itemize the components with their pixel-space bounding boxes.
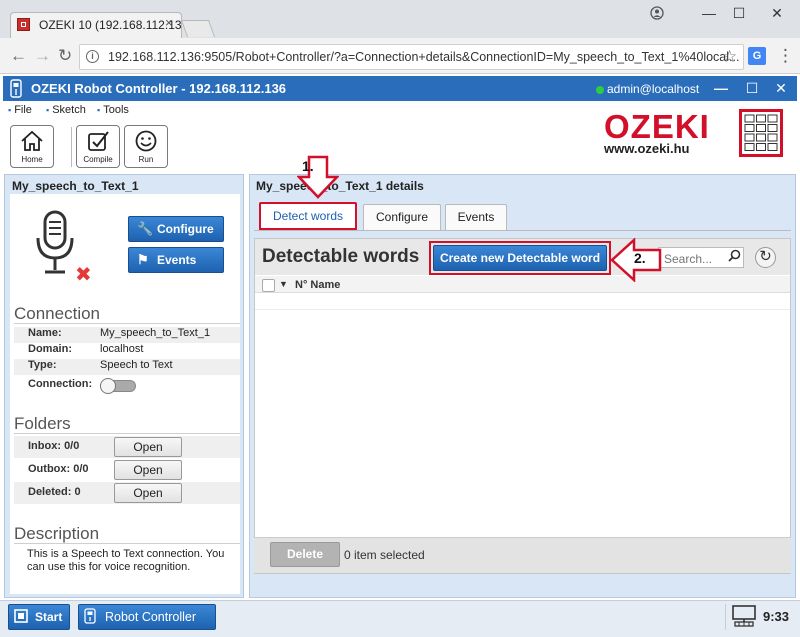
back-icon[interactable]: ← xyxy=(10,46,27,66)
menu-tools[interactable]: Tools xyxy=(97,104,129,116)
disconnected-x-icon: ✖ xyxy=(75,264,92,286)
reload-icon[interactable]: ↻ xyxy=(58,46,72,66)
connection-heading: Connection xyxy=(14,304,101,323)
open-deleted-button[interactable]: Open xyxy=(114,483,182,503)
section-title: Detectable words xyxy=(262,246,420,267)
home-button-label: Home xyxy=(21,155,43,164)
row-key: Connection: xyxy=(28,378,93,390)
run-button[interactable]: Run xyxy=(124,125,168,168)
open-outbox-button[interactable]: Open xyxy=(114,460,182,480)
browser-tab-title: OZEKI 10 (192.168.112.13 xyxy=(39,18,182,32)
ozeki-keypad-icon xyxy=(739,109,783,157)
details-panel-title: My_speech_to_Text_1 details xyxy=(256,179,424,193)
app-close-button[interactable]: ✕ xyxy=(772,80,790,97)
menu-file[interactable]: File xyxy=(8,104,32,116)
task-robot-controller[interactable]: Robot Controller xyxy=(78,604,216,630)
events-button[interactable]: ⚑ Events xyxy=(128,247,224,273)
robot-app-icon xyxy=(84,608,96,624)
minimize-button[interactable]: — xyxy=(694,4,724,22)
browser-menu-icon[interactable]: ⋮ xyxy=(777,46,794,66)
connection-row-name: Name: My_speech_to_Text_1 xyxy=(14,327,240,343)
clock: 9:33 xyxy=(763,609,790,624)
caret-down-icon[interactable]: ▼ xyxy=(279,279,288,289)
maximize-button[interactable]: ☐ xyxy=(724,4,754,22)
folder-row-deleted: Deleted: 0 Open xyxy=(14,482,240,504)
tab-configure[interactable]: Configure xyxy=(363,204,441,230)
refresh-icon[interactable]: ↻ xyxy=(755,247,776,268)
new-tab-button[interactable] xyxy=(180,20,216,37)
run-button-label: Run xyxy=(138,155,154,164)
app-minimize-button[interactable]: — xyxy=(712,80,730,96)
tab-detect-words[interactable]: Detect words xyxy=(259,202,357,230)
folder-row-inbox: Inbox: 0/0 Open xyxy=(14,436,240,458)
url-input[interactable]: 192.168.112.136:9505/Robot+Controller/?a… xyxy=(79,44,744,70)
translate-icon[interactable]: G xyxy=(748,47,766,65)
description-heading: Description xyxy=(14,524,100,543)
row-value: Speech to Text xyxy=(100,359,173,371)
column-header[interactable]: N° Name xyxy=(295,279,340,291)
connection-toggle[interactable] xyxy=(100,378,136,394)
search-icon[interactable] xyxy=(728,249,741,265)
configure-button-label: Configure xyxy=(157,222,214,236)
home-icon xyxy=(21,130,43,151)
start-icon xyxy=(14,609,28,626)
row-key: Type: xyxy=(28,359,57,371)
compile-button-label: Compile xyxy=(83,155,113,164)
info-icon[interactable]: i xyxy=(86,50,99,63)
robot-logo-icon xyxy=(9,79,23,98)
menu-sketch[interactable]: Sketch xyxy=(46,104,86,116)
divider xyxy=(14,323,240,324)
compile-button[interactable]: Compile xyxy=(76,125,120,168)
flag-icon: ⚑ xyxy=(137,252,149,267)
tray-divider xyxy=(725,604,726,630)
profile-icon[interactable] xyxy=(650,6,664,23)
monitor-keyboard-icon[interactable] xyxy=(731,605,757,630)
folder-label: Inbox: 0/0 xyxy=(28,440,80,452)
tab-events[interactable]: Events xyxy=(445,204,507,230)
annotation-label-1: 1. xyxy=(302,158,314,174)
bookmark-star-icon[interactable]: ☆ xyxy=(722,47,737,67)
online-status-icon xyxy=(596,86,604,94)
ozeki-favicon-icon xyxy=(17,18,30,31)
app-maximize-button[interactable]: ☐ xyxy=(743,80,761,97)
ozeki-url-text: www.ozeki.hu xyxy=(604,141,690,156)
description-text: This is a Speech to Text connection. You… xyxy=(27,548,225,573)
table-row-divider xyxy=(255,309,790,310)
toolbar-divider xyxy=(71,127,72,167)
delete-button[interactable]: Delete xyxy=(270,542,340,567)
microphone-icon xyxy=(33,210,77,279)
tab-underline xyxy=(254,230,791,231)
run-icon xyxy=(135,130,157,152)
folder-label: Outbox: 0/0 xyxy=(28,463,89,475)
configure-button[interactable]: 🔧 Configure xyxy=(128,216,224,242)
connection-panel-title: My_speech_to_Text_1 xyxy=(12,179,139,193)
connection-row-type: Type: Speech to Text xyxy=(14,359,240,375)
annotation-label-2: 2. xyxy=(634,250,646,266)
wrench-icon: 🔧 xyxy=(137,221,154,236)
selection-count: 0 item selected xyxy=(344,548,425,562)
user-name[interactable]: admin@localhost xyxy=(607,82,699,96)
row-value: My_speech_to_Text_1 xyxy=(100,327,211,339)
home-button[interactable]: Home xyxy=(10,125,54,168)
compile-icon xyxy=(88,131,109,151)
tab-close-icon[interactable]: × xyxy=(165,15,173,30)
browser-tab[interactable]: OZEKI 10 (192.168.112.13 xyxy=(10,12,182,38)
url-text: 192.168.112.136:9505/Robot+Controller/?a… xyxy=(108,50,740,64)
app-title: OZEKI Robot Controller - 192.168.112.136 xyxy=(31,81,287,96)
events-button-label: Events xyxy=(157,253,197,267)
row-value: localhost xyxy=(100,343,144,355)
row-key: Domain: xyxy=(28,343,72,355)
folder-label: Deleted: 0 xyxy=(28,486,81,498)
connection-row-domain: Domain: localhost xyxy=(14,343,240,359)
create-detectable-word-button[interactable]: Create new Detectable word xyxy=(433,245,607,271)
divider xyxy=(14,543,240,544)
close-button[interactable]: ✕ xyxy=(762,4,792,22)
divider xyxy=(14,433,240,434)
folder-row-outbox: Outbox: 0/0 Open xyxy=(14,459,240,481)
folders-heading: Folders xyxy=(14,414,71,433)
open-inbox-button[interactable]: Open xyxy=(114,437,182,457)
select-all-checkbox[interactable] xyxy=(262,279,275,292)
forward-icon[interactable]: → xyxy=(34,46,51,66)
row-key: Name: xyxy=(28,327,62,339)
